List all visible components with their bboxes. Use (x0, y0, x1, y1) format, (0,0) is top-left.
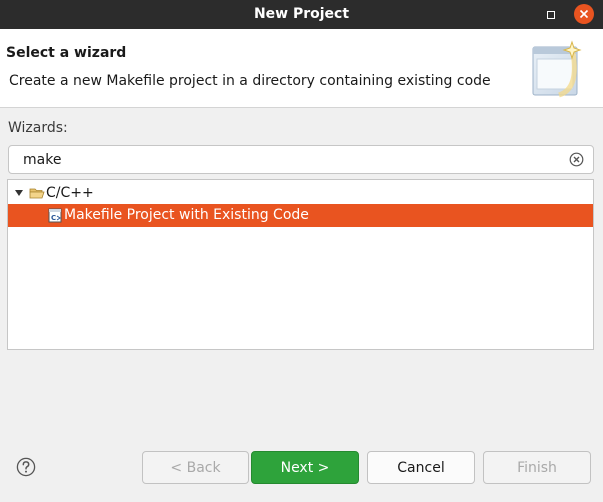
maximize-button[interactable] (540, 4, 562, 26)
folder-open-icon (29, 188, 45, 199)
title-bar: New Project (0, 0, 603, 29)
tree-item-label: Makefile Project with Existing Code (64, 207, 309, 223)
clear-filter-icon[interactable] (569, 152, 584, 167)
tree-item-label: C/C++ (46, 185, 94, 201)
wizards-label: Wizards: (8, 120, 68, 136)
close-icon (579, 9, 589, 19)
back-button[interactable]: < Back (142, 451, 249, 484)
finish-button[interactable]: Finish (483, 451, 591, 484)
wizard-tree: C/C++ C Makefile Project with Existing C… (7, 179, 594, 350)
banner-description: Create a new Makefile project in a direc… (9, 73, 491, 89)
banner-heading: Select a wizard (6, 45, 127, 61)
help-icon[interactable] (16, 457, 36, 477)
wizard-filter-input[interactable]: make (8, 145, 594, 174)
c-project-file-icon: C (48, 208, 62, 223)
tree-item-c-cpp[interactable]: C/C++ (8, 182, 593, 205)
svg-text:C: C (51, 214, 56, 222)
next-button[interactable]: Next > (251, 451, 359, 484)
new-wizard-graphic-icon (532, 40, 582, 98)
window-title: New Project (253, 6, 350, 22)
expand-arrow-icon[interactable] (15, 190, 23, 196)
cancel-button[interactable]: Cancel (367, 451, 475, 484)
filter-text: make (23, 152, 62, 168)
tree-item-makefile-project[interactable]: C Makefile Project with Existing Code (8, 204, 593, 227)
close-button[interactable] (574, 4, 594, 24)
maximize-icon (547, 11, 555, 19)
wizard-banner: Select a wizard Create a new Makefile pr… (0, 29, 603, 108)
